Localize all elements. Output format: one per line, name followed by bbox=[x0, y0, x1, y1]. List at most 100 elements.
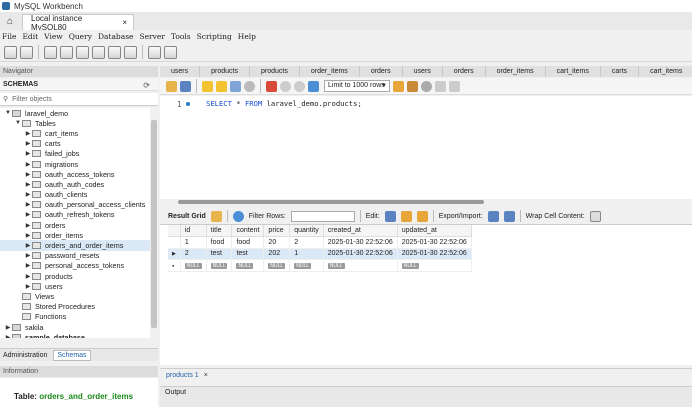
sql-code[interactable]: SELECT * FROM laravel_demo.products; bbox=[206, 99, 362, 108]
table-cell[interactable]: NULL bbox=[206, 259, 233, 272]
table-cell[interactable]: 2025-01-30 22:52:06 bbox=[323, 248, 398, 260]
query-tab[interactable]: users bbox=[403, 66, 443, 77]
chevron-right-icon[interactable]: ▶ bbox=[24, 201, 32, 208]
tree-item[interactable]: ▶ orders_and_order_items bbox=[0, 240, 150, 251]
column-header[interactable]: title bbox=[206, 225, 233, 237]
tree-item[interactable]: ▼ Tables bbox=[0, 118, 150, 128]
chevron-right-icon[interactable]: ▶ bbox=[24, 232, 32, 239]
chevron-right-icon[interactable]: ▶ bbox=[24, 262, 32, 269]
tree-item[interactable]: ▶ users bbox=[0, 281, 150, 291]
tree-item[interactable]: Functions bbox=[0, 312, 150, 322]
create-schema-icon[interactable] bbox=[60, 45, 73, 59]
query-tab[interactable]: cart_items bbox=[639, 66, 692, 77]
import-icon[interactable] bbox=[503, 210, 515, 222]
menu-help[interactable]: Help bbox=[238, 32, 262, 41]
tree-item[interactable]: ▶ order_items bbox=[0, 230, 150, 240]
menu-database[interactable]: Database bbox=[98, 32, 140, 41]
table-row[interactable]: ▶ 2 test test 202 1 2025-01-30 22:52:06 2025-01… bbox=[168, 248, 472, 260]
find-icon[interactable] bbox=[421, 80, 432, 92]
delete-row-icon[interactable] bbox=[416, 210, 428, 222]
tree-item[interactable]: ▶ sample_database bbox=[0, 332, 150, 338]
reconnect-icon[interactable] bbox=[164, 45, 177, 59]
wrap-cell-icon[interactable] bbox=[589, 210, 601, 222]
tab-products-1[interactable]: products 1 bbox=[166, 372, 199, 379]
tree-item[interactable]: ▶ personal_access_tokens bbox=[0, 261, 150, 271]
table-cell[interactable]: 202 bbox=[263, 248, 291, 260]
table-cell[interactable]: 1 bbox=[180, 236, 207, 249]
query-tab[interactable]: order_items bbox=[486, 66, 546, 77]
tree-item[interactable]: ▶ oauth_access_tokens bbox=[0, 169, 150, 179]
tab-administration[interactable]: Administration bbox=[3, 352, 47, 359]
commit-icon[interactable] bbox=[280, 80, 291, 92]
refresh-icon[interactable] bbox=[232, 210, 244, 222]
limit-rows-select[interactable]: Limit to 1000 rows ▼ bbox=[324, 80, 390, 92]
invisible-chars-icon[interactable] bbox=[435, 80, 446, 92]
tree-item[interactable]: ▶ migrations bbox=[0, 159, 150, 169]
tree-item[interactable]: ▼ laravel_demo bbox=[0, 108, 150, 118]
editor-horizontal-scrollbar[interactable] bbox=[160, 199, 692, 205]
wrap-lines-icon[interactable] bbox=[449, 80, 460, 92]
column-header[interactable]: created_at bbox=[323, 225, 398, 237]
chevron-right-icon[interactable]: ▶ bbox=[24, 150, 32, 157]
table-cell[interactable]: 2 bbox=[180, 248, 207, 260]
tree-item[interactable]: ▶ cart_items bbox=[0, 128, 150, 138]
tree-scrollbar[interactable] bbox=[150, 108, 158, 338]
menu-tools[interactable]: Tools bbox=[171, 32, 197, 41]
table-cell[interactable]: 20 bbox=[263, 236, 291, 249]
table-cell[interactable]: 2025-01-30 22:52:06 bbox=[323, 236, 398, 249]
stop-icon[interactable] bbox=[244, 80, 255, 92]
save-icon[interactable] bbox=[180, 80, 191, 92]
tree-item[interactable]: ▶ carts bbox=[0, 139, 150, 149]
insert-row-icon[interactable] bbox=[400, 210, 412, 222]
query-tab[interactable]: products bbox=[200, 66, 250, 77]
chevron-right-icon[interactable]: ▶ bbox=[24, 171, 32, 178]
result-grid-label[interactable]: Result Grid bbox=[168, 213, 206, 220]
create-view-icon[interactable] bbox=[92, 45, 105, 59]
new-sql-tab-icon[interactable] bbox=[4, 45, 17, 59]
chevron-down-icon[interactable]: ▼ bbox=[14, 120, 22, 126]
table-cell[interactable]: NULL bbox=[397, 259, 472, 272]
chevron-right-icon[interactable]: ▶ bbox=[24, 191, 32, 198]
table-cell[interactable]: food bbox=[206, 236, 233, 249]
execute-current-icon[interactable] bbox=[216, 80, 227, 92]
table-cell[interactable]: NULL bbox=[180, 259, 207, 272]
tree-item[interactable]: ▶ orders bbox=[0, 220, 150, 230]
tab-local-instance[interactable]: Local instance MySQL80 × bbox=[22, 14, 134, 32]
home-icon[interactable]: ⌂ bbox=[2, 14, 18, 28]
edit-row-icon[interactable] bbox=[384, 210, 396, 222]
table-cell[interactable]: NULL bbox=[231, 259, 265, 272]
filter-objects-field[interactable]: ⚲ Filter objects bbox=[0, 93, 158, 106]
table-cell[interactable]: 2025-01-30 22:52:06 bbox=[397, 236, 472, 249]
chevron-right-icon[interactable]: ▶ bbox=[24, 273, 32, 280]
tree-item[interactable]: ▶ products bbox=[0, 271, 150, 281]
query-tab[interactable]: cart_items bbox=[546, 66, 601, 77]
column-header[interactable]: content bbox=[231, 225, 265, 237]
tree-item[interactable]: ▶ oauth_personal_access_clients bbox=[0, 200, 150, 210]
chevron-down-icon[interactable]: ▼ bbox=[4, 110, 12, 116]
query-tab[interactable]: orders bbox=[360, 66, 403, 77]
favorite-icon[interactable] bbox=[393, 80, 404, 92]
table-cell[interactable]: test bbox=[206, 248, 233, 260]
chevron-right-icon[interactable]: ▶ bbox=[24, 252, 32, 259]
create-procedure-icon[interactable] bbox=[108, 45, 121, 59]
open-sql-script-icon[interactable] bbox=[20, 45, 33, 59]
table-cell[interactable]: NULL bbox=[289, 259, 324, 272]
column-header[interactable]: updated_at bbox=[397, 225, 472, 237]
export-icon[interactable] bbox=[487, 210, 499, 222]
sql-editor[interactable]: 1 SELECT * FROM laravel_demo.products; bbox=[160, 96, 692, 199]
chevron-right-icon[interactable]: ▶ bbox=[24, 283, 32, 290]
tab-schemas[interactable]: Schemas bbox=[53, 349, 91, 361]
menu-scripting[interactable]: Scripting bbox=[197, 32, 238, 41]
query-tab[interactable]: order_items bbox=[300, 66, 360, 77]
chevron-right-icon[interactable]: ▶ bbox=[24, 161, 32, 168]
close-tab-icon[interactable]: × bbox=[122, 18, 127, 27]
inspector-icon[interactable] bbox=[44, 45, 57, 59]
menu-view[interactable]: View bbox=[44, 32, 69, 41]
menu-server[interactable]: Server bbox=[139, 32, 170, 41]
query-tab[interactable]: products bbox=[250, 66, 300, 77]
query-tab[interactable]: orders bbox=[443, 66, 486, 77]
execute-icon[interactable] bbox=[202, 80, 213, 92]
create-table-icon[interactable] bbox=[76, 45, 89, 59]
query-tab[interactable]: carts bbox=[601, 66, 640, 77]
new-row[interactable]: ● NULL NULL NULL NULL NULL NULL NULL bbox=[168, 259, 472, 272]
